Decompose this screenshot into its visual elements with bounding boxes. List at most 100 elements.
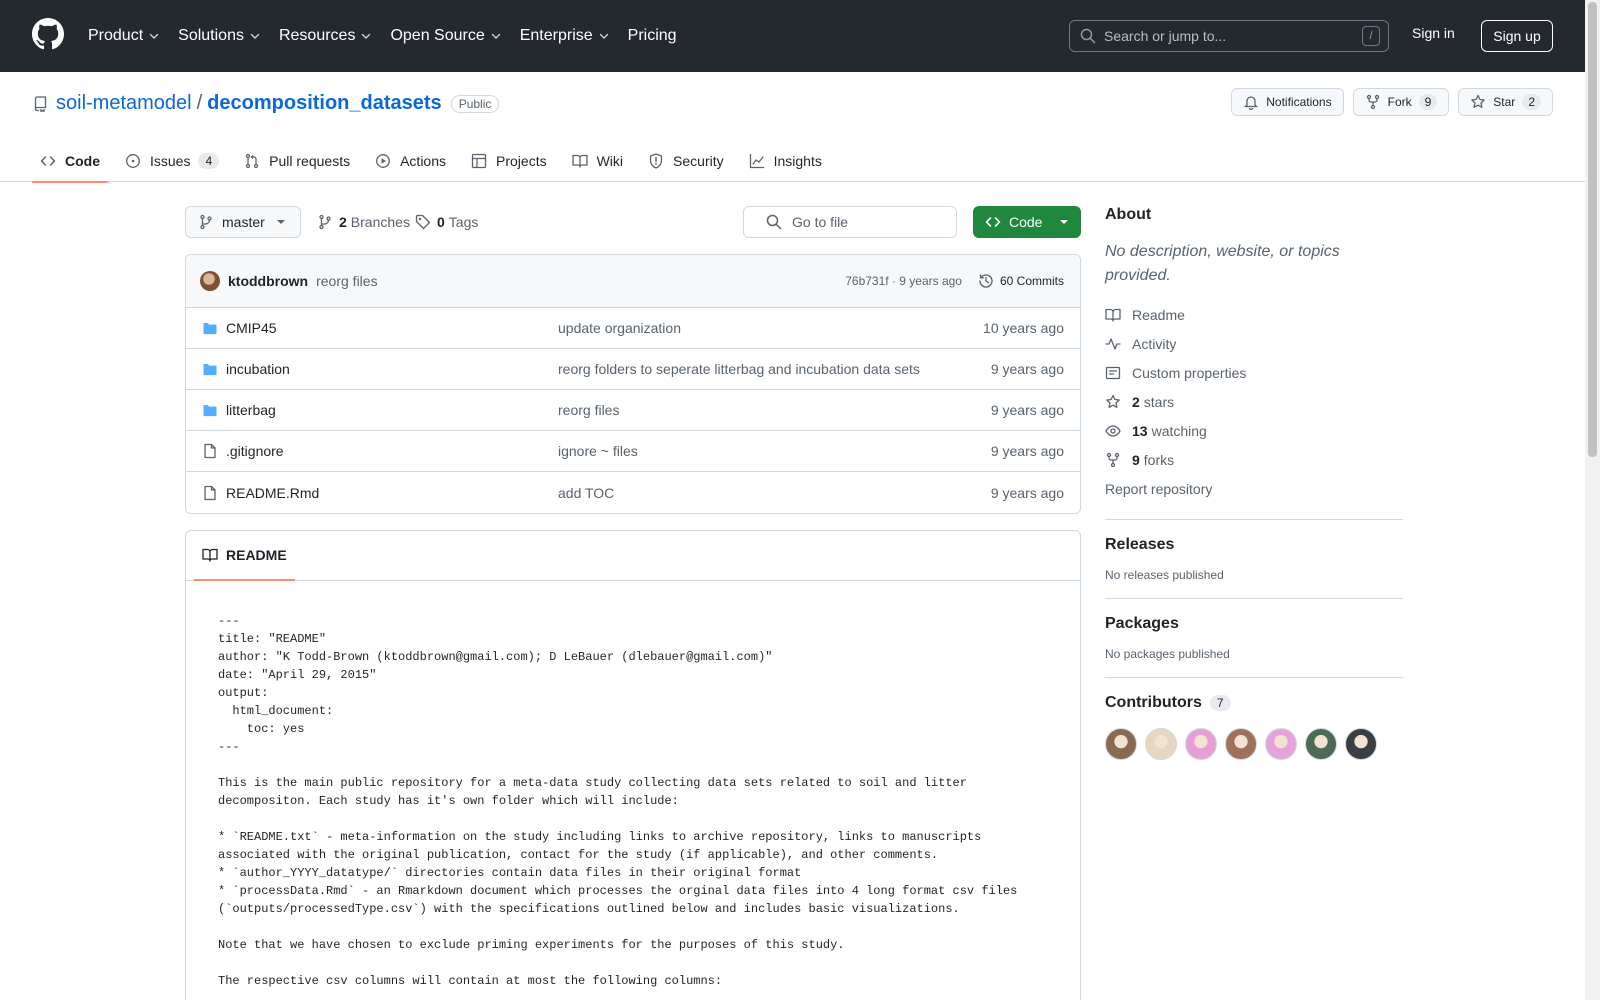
commits-history-link[interactable]: 60 Commits <box>978 273 1064 289</box>
file-commit-date: 9 years ago <box>990 402 1064 418</box>
tags-link[interactable]: 0 Tags <box>415 206 478 238</box>
caret-down-icon <box>276 217 286 227</box>
note-icon <box>1105 365 1132 381</box>
file-row[interactable]: incubation reorg folders to seperate litt… <box>186 349 1080 390</box>
global-header: Product Solutions Resources Open Source Ente… <box>0 0 1585 72</box>
nav-label: Open Source <box>390 27 485 44</box>
book-icon <box>202 547 226 563</box>
branches-label: Branches <box>350 214 410 230</box>
file-row[interactable]: README.Rmd add TOC 9 years ago <box>186 472 1080 513</box>
contributor-avatar[interactable] <box>1265 728 1297 760</box>
repo-owner-link[interactable]: soil-metamodel <box>56 92 192 115</box>
divider <box>1105 519 1403 520</box>
tab-actions[interactable]: Actions <box>367 140 454 182</box>
pulse-icon <box>1105 336 1132 352</box>
file-row[interactable]: .gitignore ignore ~ files 9 years ago <box>186 431 1080 472</box>
sidebar-link-custom-properties[interactable]: Custom properties <box>1105 358 1403 387</box>
contributor-avatar[interactable] <box>1345 728 1377 760</box>
file-commit-message[interactable]: ignore ~ files <box>558 443 991 459</box>
file-name-link[interactable]: incubation <box>226 361 558 377</box>
releases-heading[interactable]: Releases <box>1105 536 1403 554</box>
branches-link[interactable]: 2 Branches <box>317 206 410 238</box>
fork-count: 9 <box>1418 94 1438 110</box>
repo-actions: Notifications Fork 9 Star 2 <box>1222 88 1553 116</box>
nav-product[interactable]: Product <box>88 27 160 45</box>
latest-commit-bar: ktoddbrown reorg files 76b731f · 9 years… <box>186 255 1080 308</box>
contributors-heading[interactable]: Contributors 7 <box>1105 694 1403 712</box>
avatar[interactable] <box>200 271 220 291</box>
branch-selector[interactable]: master <box>185 206 301 238</box>
tab-issues[interactable]: Issues 4 <box>117 140 227 182</box>
sidebar-link-watching[interactable]: 13 watching <box>1105 416 1403 445</box>
tab-label: Security <box>673 153 724 169</box>
chevron-down-icon <box>360 30 372 42</box>
tab-code[interactable]: Code <box>32 140 108 183</box>
nav-label: Resources <box>278 27 356 44</box>
file-list: CMIP45 update organization 10 years ago inc… <box>186 308 1080 513</box>
report-repository-link[interactable]: Report repository <box>1105 474 1403 503</box>
packages-heading[interactable]: Packages <box>1105 615 1403 633</box>
folder-icon <box>202 402 218 418</box>
nav-open-source[interactable]: Open Source <box>390 27 501 45</box>
contributor-avatar[interactable] <box>1185 728 1217 760</box>
tab-insights[interactable]: Insights <box>741 140 830 182</box>
go-to-file-placeholder: Go to file <box>792 214 849 230</box>
tab-projects[interactable]: Projects <box>463 140 555 182</box>
global-search-input[interactable]: Search or jump to... / <box>1069 20 1389 52</box>
sidebar-link-activity[interactable]: Activity <box>1105 329 1403 358</box>
tab-pull-requests[interactable]: Pull requests <box>236 140 358 182</box>
nav-enterprise[interactable]: Enterprise <box>520 27 610 45</box>
sign-up-button[interactable]: Sign up <box>1481 20 1553 52</box>
commit-author-link[interactable]: ktoddbrown <box>228 273 308 289</box>
star-icon <box>1470 94 1493 110</box>
search-shortcut-hint: / <box>1362 26 1380 46</box>
fork-label: Fork <box>1387 95 1412 109</box>
commit-sha-age[interactable]: 76b731f · 9 years ago <box>845 274 962 288</box>
history-icon <box>978 273 1000 289</box>
chevron-down-icon <box>598 30 610 42</box>
file-commit-message[interactable]: reorg folders to seperate litterbag and … <box>558 361 991 377</box>
contributor-avatar[interactable] <box>1145 728 1177 760</box>
nav-pricing[interactable]: Pricing <box>628 27 677 45</box>
notifications-button[interactable]: Notifications <box>1231 88 1344 116</box>
fork-button[interactable]: Fork 9 <box>1352 88 1450 116</box>
contributor-avatar[interactable] <box>1105 728 1137 760</box>
repo-name-link[interactable]: decomposition_datasets <box>207 92 442 115</box>
file-row[interactable]: litterbag reorg files 9 years ago <box>186 390 1080 431</box>
bell-icon <box>1243 94 1266 110</box>
tab-wiki[interactable]: Wiki <box>564 140 631 182</box>
about-description: No description, website, or topics provi… <box>1105 243 1340 284</box>
readme-tab-label: README <box>226 547 287 563</box>
file-name-link[interactable]: README.Rmd <box>226 485 558 501</box>
file-commit-message[interactable]: add TOC <box>558 485 991 501</box>
star-button[interactable]: Star 2 <box>1458 88 1553 116</box>
eye-icon <box>1105 423 1132 439</box>
repo-icon <box>32 95 48 112</box>
repo-path-separator: / <box>196 92 203 114</box>
file-name-link[interactable]: litterbag <box>226 402 558 418</box>
nav-resources[interactable]: Resources <box>279 27 372 45</box>
sign-in-link[interactable]: Sign in <box>1412 25 1455 41</box>
table-icon <box>471 153 496 169</box>
contributor-avatar[interactable] <box>1305 728 1337 760</box>
sidebar-link-stars[interactable]: 2 stars <box>1105 387 1403 416</box>
releases-empty-text: No releases published <box>1105 568 1224 582</box>
code-dropdown-button[interactable]: Code <box>973 206 1081 238</box>
file-name-link[interactable]: CMIP45 <box>226 320 558 336</box>
sidebar-link-forks[interactable]: 9 forks <box>1105 445 1403 474</box>
commit-message-link[interactable]: reorg files <box>316 273 845 289</box>
sidebar-link-readme[interactable]: Readme <box>1105 300 1403 329</box>
tab-security[interactable]: Security <box>640 140 732 182</box>
file-commit-message[interactable]: update organization <box>558 320 983 336</box>
file-commit-message[interactable]: reorg files <box>558 402 991 418</box>
contributor-avatar[interactable] <box>1225 728 1257 760</box>
github-logo-icon[interactable] <box>32 18 64 50</box>
go-to-file-input[interactable]: Go to file <box>743 206 957 238</box>
readme-tab[interactable]: README <box>194 530 295 581</box>
scrollbar-thumb[interactable] <box>1588 2 1597 457</box>
file-row[interactable]: CMIP45 update organization 10 years ago <box>186 308 1080 349</box>
page-scrollbar[interactable] <box>1585 0 1600 1000</box>
file-name-link[interactable]: .gitignore <box>226 443 558 459</box>
tag-icon <box>415 214 431 230</box>
nav-solutions[interactable]: Solutions <box>178 27 261 45</box>
